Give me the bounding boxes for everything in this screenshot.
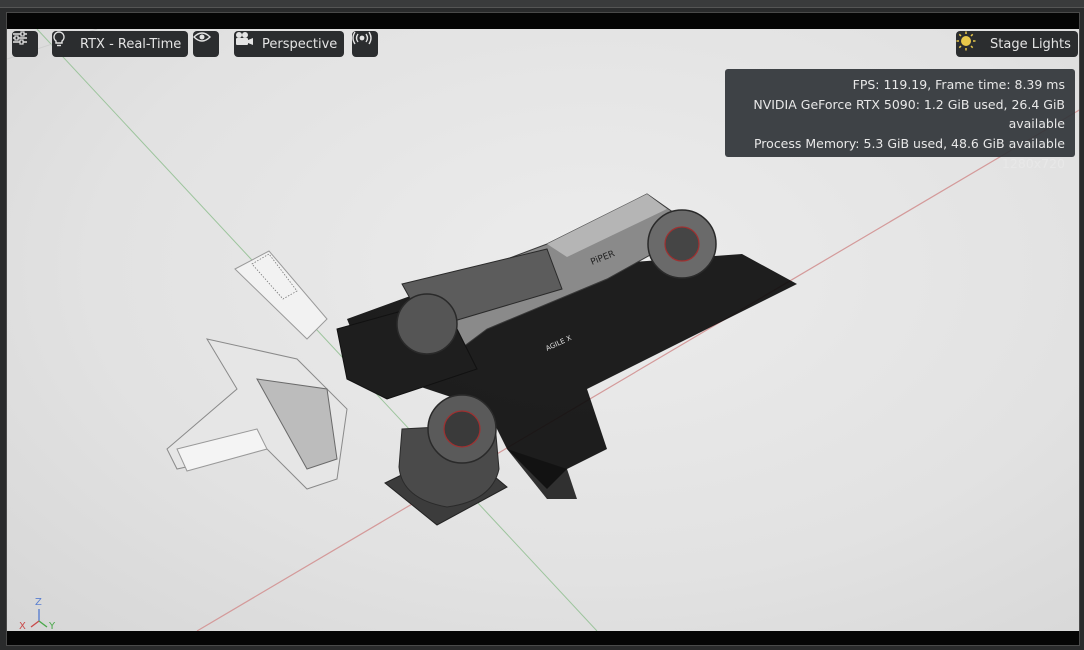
camera-label: Perspective — [262, 36, 338, 52]
broadcast-button[interactable] — [352, 31, 378, 57]
axis-x-label: X — [19, 621, 26, 631]
fps-readout: FPS: 119.19, Frame time: 8.39 ms — [852, 77, 1065, 92]
scene-canvas[interactable]: PiPER AGILE X RTX - Real-Time Perspectiv… — [7, 29, 1079, 631]
performance-overlay: FPS: 119.19, Frame time: 8.39 ms NVIDIA … — [725, 69, 1075, 171]
gpu-readout: NVIDIA GeForce RTX 5090: 1.2 GiB used, 2… — [753, 96, 1065, 132]
gripper-camera — [234, 250, 328, 340]
camera-menu-button[interactable]: Perspective — [234, 31, 345, 57]
x-axis-line — [196, 109, 1079, 631]
axis-z-label: Z — [35, 597, 42, 608]
process-memory-readout: Process Memory: 5.3 GiB used, 48.6 GiB a… — [753, 136, 1065, 152]
robot-joint-elbow-cap — [664, 226, 700, 262]
renderer-label: RTX - Real-Time — [80, 36, 182, 52]
robot-joint-wrist — [396, 293, 458, 355]
letterbox-bottom — [7, 631, 1079, 645]
resolution-readout: 1280x720 — [1001, 155, 1065, 171]
letterbox-top — [7, 13, 1079, 29]
visibility-button[interactable] — [193, 31, 219, 57]
viewport[interactable]: PiPER AGILE X RTX - Real-Time Perspectiv… — [6, 12, 1080, 646]
axis-y-label: Y — [49, 621, 56, 631]
stage-lights-button[interactable]: Stage Lights — [956, 31, 1078, 57]
renderer-menu-button[interactable]: RTX - Real-Time — [52, 31, 189, 57]
axis-gizmo: Z X Y — [19, 597, 59, 631]
robot-joint-lower-cap — [443, 410, 481, 448]
window-top-strip — [0, 0, 1084, 8]
settings-button[interactable] — [12, 31, 38, 57]
stage-lights-label: Stage Lights — [990, 36, 1071, 52]
